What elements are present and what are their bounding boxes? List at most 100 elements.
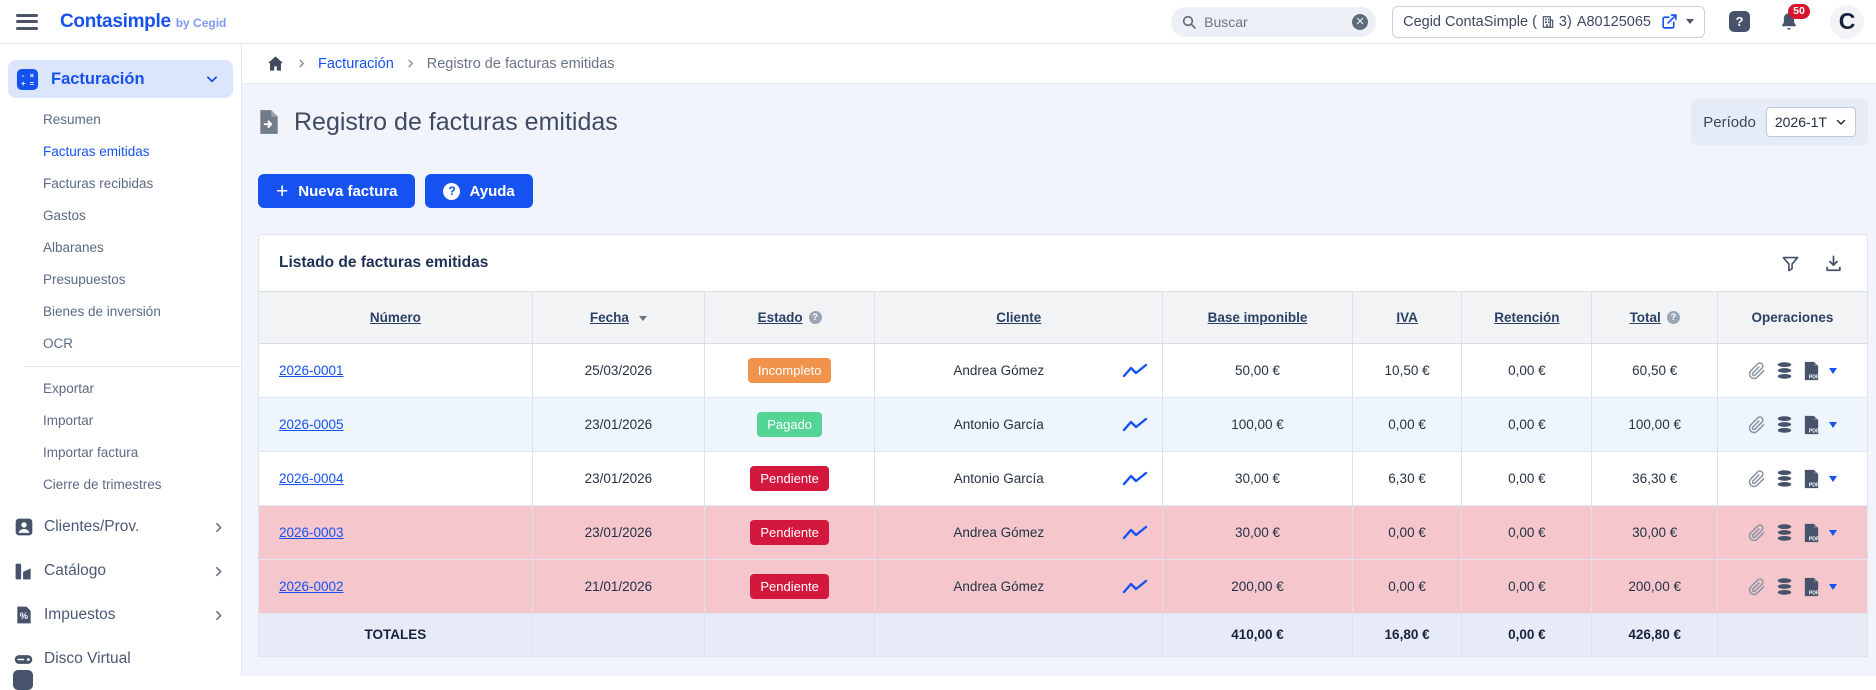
chevron-right-icon — [405, 58, 416, 69]
attachment-icon[interactable] — [1748, 362, 1766, 380]
database-icon[interactable] — [1775, 415, 1794, 434]
row-actions-caret-icon[interactable] — [1829, 422, 1837, 428]
pdf-icon[interactable]: PDF — [1803, 361, 1820, 381]
attachment-icon[interactable] — [1748, 416, 1766, 434]
column-header-fecha[interactable]: Fecha — [532, 292, 704, 344]
database-icon[interactable] — [1775, 469, 1794, 488]
column-header-estado[interactable]: Estado? — [704, 292, 874, 344]
sidebar-divider — [24, 366, 241, 367]
invoice-link[interactable]: 2026-0003 — [279, 525, 344, 540]
client-chart-icon[interactable] — [1122, 471, 1148, 487]
filter-icon[interactable] — [1781, 254, 1800, 273]
sidebar-item-facturacion[interactable]: -×+= Facturación — [8, 60, 233, 98]
row-actions-caret-icon[interactable] — [1829, 584, 1837, 590]
invoice-link[interactable]: 2026-0005 — [279, 417, 344, 432]
new-invoice-button[interactable]: + Nueva factura — [258, 174, 415, 208]
help-button[interactable]: ? Ayuda — [425, 174, 532, 208]
pdf-icon[interactable]: PDF — [1803, 415, 1820, 435]
chevron-down-icon — [205, 72, 219, 86]
invoice-total: 100,00 € — [1592, 398, 1717, 452]
brand-logo[interactable]: Contasimple by Cegid — [60, 11, 226, 33]
brand-suffix: by Cegid — [176, 16, 227, 30]
svg-text:%: % — [19, 611, 27, 621]
period-box: Período 2026-1T — [1691, 99, 1868, 145]
sidebar-item-facturas-emitidas[interactable]: Facturas emitidas — [0, 136, 241, 168]
attachment-icon[interactable] — [1748, 578, 1766, 596]
hamburger-menu-icon[interactable] — [16, 14, 38, 30]
company-selector[interactable]: Cegid ContaSimple ( 3) A80125065 — [1392, 6, 1705, 38]
client-name: Andrea Gómez — [875, 363, 1122, 378]
attachment-icon[interactable] — [1748, 524, 1766, 542]
brand-name: Contasimple — [60, 11, 171, 33]
info-icon: ? — [809, 311, 822, 324]
status-badge: Pendiente — [750, 466, 829, 491]
sidebar-item-importar-factura[interactable]: Importar factura — [0, 437, 241, 469]
period-select[interactable]: 2026-1T — [1766, 107, 1856, 137]
sidebar: -×+= Facturación Resumen Facturas emitid… — [0, 44, 242, 676]
topbar: Contasimple by Cegid ✕ Cegid ContaSimple… — [0, 0, 1876, 44]
sidebar-item-label: Impuestos — [44, 606, 116, 624]
column-header-cliente[interactable]: Cliente — [875, 292, 1163, 344]
column-header-total[interactable]: Total? — [1592, 292, 1717, 344]
search-input[interactable] — [1204, 14, 1352, 30]
pdf-icon[interactable]: PDF — [1803, 523, 1820, 543]
sidebar-item-clientes-prov[interactable]: Clientes/Prov. — [0, 505, 241, 549]
invoice-link[interactable]: 2026-0002 — [279, 579, 344, 594]
attachment-icon[interactable] — [1748, 470, 1766, 488]
sidebar-item-label: Facturación — [51, 70, 145, 89]
sort-caret-icon — [639, 316, 647, 321]
sidebar-item-ocr[interactable]: OCR — [0, 328, 241, 360]
column-header-retencion[interactable]: Retención — [1462, 292, 1592, 344]
column-header-base-imponible[interactable]: Base imponible — [1163, 292, 1353, 344]
sidebar-item-facturas-recibidas[interactable]: Facturas recibidas — [0, 168, 241, 200]
table-row: 2026-0001 25/03/2026 Incompleto Andrea G… — [259, 344, 1867, 398]
client-chart-icon[interactable] — [1122, 525, 1148, 541]
external-link-icon[interactable] — [1661, 13, 1678, 30]
row-actions-caret-icon[interactable] — [1829, 530, 1837, 536]
column-header-iva[interactable]: IVA — [1352, 292, 1461, 344]
download-icon[interactable] — [1824, 254, 1843, 273]
sidebar-item-cierre-de-trimestres[interactable]: Cierre de trimestres — [0, 469, 241, 501]
client-chart-icon[interactable] — [1122, 417, 1148, 433]
invoice-link[interactable]: 2026-0001 — [279, 363, 344, 378]
avatar[interactable]: C — [1830, 5, 1864, 39]
search-clear-icon[interactable]: ✕ — [1352, 14, 1368, 30]
status-badge: Pendiente — [750, 574, 829, 599]
help-icon[interactable]: ? — [1729, 11, 1750, 32]
sidebar-item-catalogo[interactable]: Catálogo — [0, 549, 241, 593]
sidebar-item-importar[interactable]: Importar — [0, 405, 241, 437]
database-icon[interactable] — [1775, 361, 1794, 380]
sidebar-item-label: Disco Virtual — [44, 650, 131, 668]
document-icon — [258, 109, 280, 135]
chevron-right-icon — [212, 521, 225, 534]
sidebar-item-impuestos[interactable]: % Impuestos — [0, 593, 241, 637]
sidebar-item-presupuestos[interactable]: Presupuestos — [0, 264, 241, 296]
column-header-numero[interactable]: Número — [259, 292, 532, 344]
plus-icon: + — [276, 181, 288, 202]
pdf-icon[interactable]: PDF — [1803, 577, 1820, 597]
sidebar-item-resumen[interactable]: Resumen — [0, 104, 241, 136]
sidebar-item-disco-virtual[interactable]: Disco Virtual — [0, 637, 241, 681]
notifications-button[interactable]: 50 — [1778, 11, 1800, 33]
row-actions-caret-icon[interactable] — [1829, 476, 1837, 482]
totals-row: TOTALES 410,00 € 16,80 € 0,00 € 426,80 € — [259, 614, 1867, 656]
sidebar-item-gastos[interactable]: Gastos — [0, 200, 241, 232]
search-box[interactable]: ✕ — [1171, 7, 1376, 37]
sidebar-item-bienes-de-inversion[interactable]: Bienes de inversión — [0, 296, 241, 328]
invoice-retention: 0,00 € — [1462, 506, 1592, 560]
row-actions-caret-icon[interactable] — [1829, 368, 1837, 374]
home-icon[interactable] — [266, 54, 285, 73]
client-chart-icon[interactable] — [1122, 363, 1148, 379]
pdf-icon[interactable]: PDF — [1803, 469, 1820, 489]
invoice-link[interactable]: 2026-0004 — [279, 471, 344, 486]
database-icon[interactable] — [1775, 523, 1794, 542]
sidebar-item-albaranes[interactable]: Albaranes — [0, 232, 241, 264]
invoice-retention: 0,00 € — [1462, 344, 1592, 398]
company-count: 3) — [1559, 14, 1572, 30]
database-icon[interactable] — [1775, 577, 1794, 596]
invoice-base: 30,00 € — [1163, 506, 1353, 560]
client-name: Antonio García — [875, 471, 1122, 486]
client-chart-icon[interactable] — [1122, 579, 1148, 595]
breadcrumb-link-facturacion[interactable]: Facturación — [318, 56, 394, 72]
sidebar-item-exportar[interactable]: Exportar — [0, 373, 241, 405]
